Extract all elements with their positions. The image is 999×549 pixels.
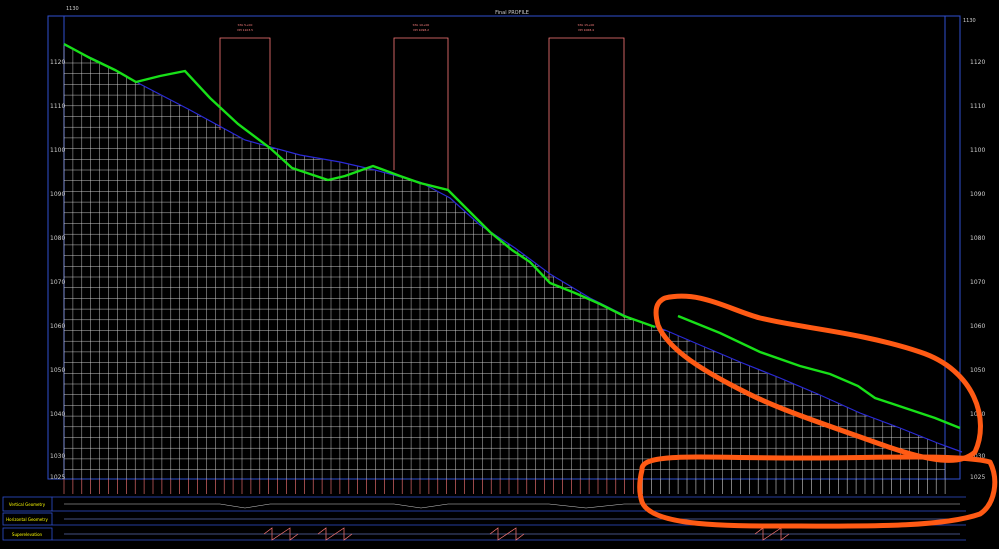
plot-frame (47, 15, 961, 480)
right-elev-label: 1090 (970, 191, 985, 198)
right-elev-label: 1070 (970, 279, 985, 286)
station-ticks (63, 479, 946, 494)
right-elev-label: 1080 (970, 235, 985, 242)
right-elev-label: 1100 (970, 147, 985, 154)
left-elev-label: 1080 (50, 235, 65, 242)
right-elev-label: 1110 (970, 103, 985, 110)
left-elev-label: 1060 (50, 323, 65, 330)
vpi-callout-3-label: STA 15+00 (578, 23, 595, 27)
left-elev-label: 1030 (50, 453, 65, 460)
vpi-callout-3-sub: VPI 1068.4 (578, 28, 594, 32)
profile-drawing: Final PROFILE 1130 1130 1120 1110 1100 1090… (2, 6, 998, 541)
superelevation-label: Superelevation (12, 532, 43, 537)
left-elev-label: 1025 (50, 474, 65, 481)
left-elev-label: 1090 (50, 191, 65, 198)
left-elev-label: 1110 (50, 103, 65, 110)
superelevation-band: Superelevation (2, 527, 966, 541)
vpi-callout-2-label: STA 10+00 (413, 23, 430, 27)
profile-title: Final PROFILE (495, 10, 529, 16)
vertical-geometry-band: Vertical Geometry (2, 496, 966, 512)
markup-ellipse-lower (637, 454, 998, 529)
left-elev-label: 1070 (50, 279, 65, 286)
vpi-callout-2-sub: VPI 1098.2 (413, 28, 429, 32)
existing-ground-line (63, 44, 963, 453)
vertical-geometry-label: Vertical Geometry (9, 502, 46, 507)
left-elev-label: 1100 (50, 147, 65, 154)
corner-label-left: 1130 (66, 6, 79, 12)
left-elev-label: 1040 (50, 411, 65, 418)
horizontal-geometry-label: Horizontal Geometry (6, 517, 48, 522)
design-profile-extension (677, 314, 961, 430)
left-elevation-labels: 1120 1110 1100 1090 1080 1070 1060 1050 1040 1030… (50, 59, 65, 481)
vpi-callout-1-label: STA 5+00 (238, 23, 253, 27)
right-elev-label: 1120 (970, 59, 985, 66)
corner-label-right: 1130 (963, 18, 976, 24)
left-elev-label: 1050 (50, 367, 65, 374)
vpi-callout-3: STA 15+00 VPI 1068.4 (548, 23, 625, 318)
vpi-callout-1: STA 5+00 VPI 1103.5 (219, 23, 271, 145)
right-elev-label: 1025 (970, 474, 985, 481)
horizontal-geometry-band: Horizontal Geometry (2, 512, 966, 526)
right-elev-label: 1050 (970, 367, 985, 374)
vpi-callout-1-sub: VPI 1103.5 (237, 28, 253, 32)
profile-grid (63, 45, 946, 479)
design-profile-line (63, 42, 656, 329)
vpi-callout-2: STA 10+00 VPI 1098.2 (393, 23, 449, 190)
left-elev-label: 1120 (50, 59, 65, 66)
right-elev-label: 1060 (970, 323, 985, 330)
